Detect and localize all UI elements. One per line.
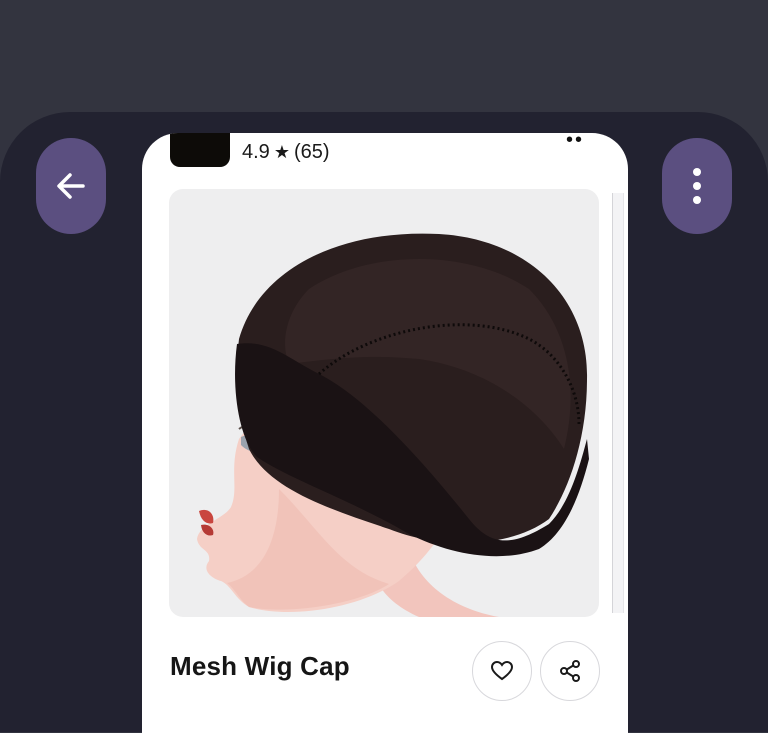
scrollbar[interactable]	[612, 193, 624, 613]
product-image[interactable]	[169, 189, 599, 617]
star-icon: ★	[273, 142, 290, 162]
screenshot-preview: 4.9 ★ (65) •• Mesh Wig Cap	[142, 133, 628, 733]
share-icon	[560, 660, 580, 682]
product-title: Mesh Wig Cap	[170, 651, 350, 681]
vertical-dots-icon	[693, 168, 701, 204]
back-button[interactable]	[36, 138, 106, 234]
arrow-left-icon	[57, 173, 85, 199]
rating-value: 4.9	[242, 141, 270, 163]
heart-icon	[490, 660, 514, 681]
store-rating: 4.9 ★ (65)	[242, 141, 330, 164]
rating-count: (65)	[293, 141, 330, 163]
wishlist-button[interactable]	[472, 641, 532, 701]
overflow-dots-icon[interactable]: ••	[566, 133, 584, 152]
store-logo	[170, 133, 230, 167]
share-button[interactable]	[540, 641, 600, 701]
more-options-button[interactable]	[662, 138, 732, 234]
mannequin-wig-cap-photo	[197, 233, 589, 617]
